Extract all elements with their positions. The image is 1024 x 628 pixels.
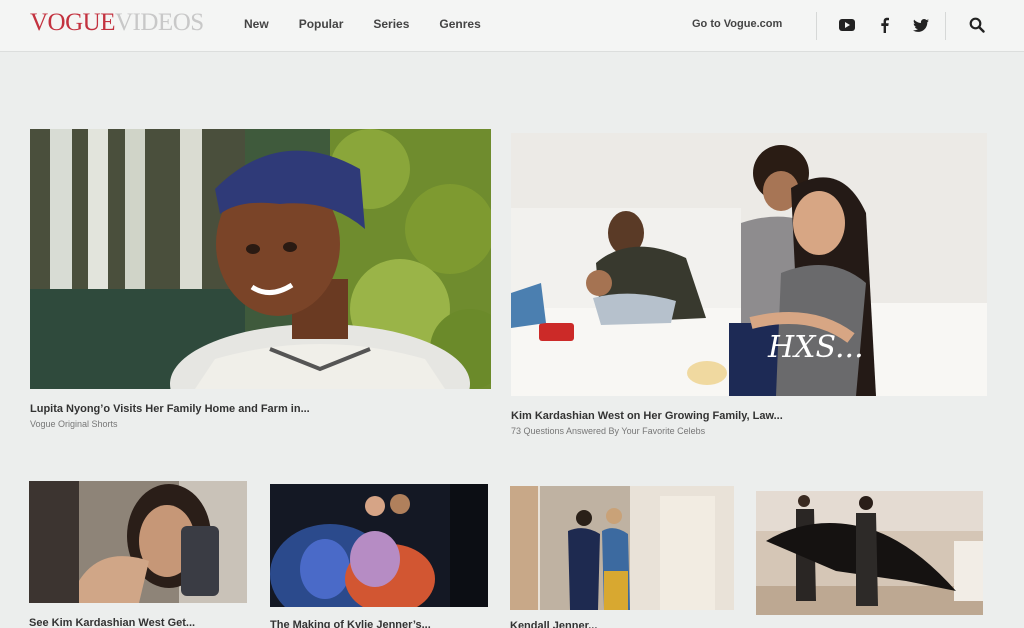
logo-videos-text: VIDEOS (115, 9, 204, 36)
nav-item-popular[interactable]: Popular (299, 17, 344, 31)
video-series-label[interactable]: 73 Questions Answered By Your Favorite C… (511, 426, 705, 436)
twitter-icon[interactable] (910, 14, 932, 36)
video-thumbnail-kendall[interactable] (510, 486, 734, 610)
video-title[interactable]: The Making of Kylie Jenner’s... (270, 619, 431, 628)
nav-item-genres[interactable]: Genres (439, 17, 480, 31)
main-nav: New Popular Series Genres (244, 17, 511, 31)
video-series-label[interactable]: Vogue Original Shorts (30, 419, 118, 429)
nav-item-series[interactable]: Series (373, 17, 409, 31)
video-thumbnail-lupita[interactable] (30, 129, 491, 389)
video-thumbnail-kylie[interactable] (270, 484, 488, 607)
video-title[interactable]: Kim Kardashian West on Her Growing Famil… (511, 410, 783, 422)
video-thumbnail-dance[interactable] (756, 491, 983, 615)
watermark-text: HXS... (768, 330, 864, 365)
search-icon[interactable] (966, 14, 988, 36)
nav-item-new[interactable]: New (244, 17, 269, 31)
site-header: VOGUEVIDEOS New Popular Series Genres Go… (0, 0, 1024, 52)
video-title[interactable]: Lupita Nyong’o Visits Her Family Home an… (30, 403, 310, 415)
video-thumbnail-kim-family[interactable]: HXS... (511, 133, 987, 396)
header-divider (945, 12, 946, 40)
logo-vogue-text: VOGUE (30, 9, 116, 36)
video-title[interactable]: See Kim Kardashian West Get... (29, 617, 195, 628)
header-divider (816, 12, 817, 40)
go-to-vogue-link[interactable]: Go to Vogue.com (692, 18, 782, 30)
youtube-icon[interactable] (836, 14, 858, 36)
video-title[interactable]: Kendall Jenner... (510, 620, 597, 628)
vogue-videos-logo[interactable]: VOGUEVIDEOS (30, 9, 204, 37)
video-thumbnail-kim-makeup[interactable] (29, 481, 247, 603)
facebook-icon[interactable] (873, 14, 895, 36)
